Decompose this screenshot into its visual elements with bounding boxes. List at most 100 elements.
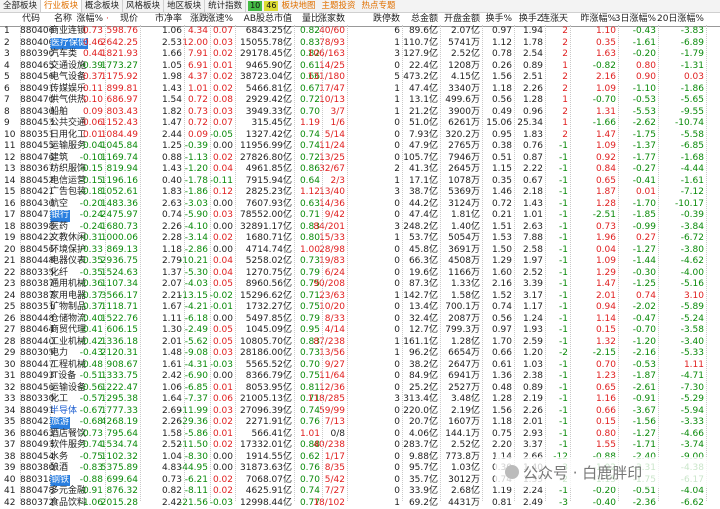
cell-open-amount: 144.1万: [445, 429, 480, 441]
cell-change-20d: -5.89: [681, 302, 704, 314]
cell-price: 1222.47: [101, 383, 138, 395]
cell-adv-dec: 0/8: [331, 429, 345, 441]
extra-tab-0[interactable]: 板块地图: [278, 0, 318, 12]
cell-streak-days: -1: [559, 394, 568, 406]
table-row[interactable]: 25880351矿物制品-0.371118.711.67-4.21-0.0117…: [0, 302, 720, 314]
cell-market-cap: 5497.85亿: [246, 314, 292, 326]
table-row[interactable]: 12880476建筑-0.101169.740.88-1.130.0227826…: [0, 153, 720, 165]
cell-market-cap: 5258.02亿: [246, 256, 292, 268]
header-change-3d[interactable]: 3日涨幅%: [615, 13, 656, 26]
table-row[interactable]: 42880372食品饮料-1.062015.282.42-21.56-0.031…: [0, 498, 720, 509]
cell-row-number: 13: [4, 164, 15, 176]
table-row[interactable]: 17880471银行-0.242475.970.74-5.900.0378552…: [0, 210, 720, 222]
header-change-pct[interactable]: 涨幅%: [76, 13, 103, 26]
table-row[interactable]: 26880448仓储物流-0.401522.761.11-6.180.00549…: [0, 314, 720, 326]
table-row[interactable]: 6880491传媒娱乐0.11899.811.431.010.025466.81…: [0, 84, 720, 96]
cell-change: 6.91: [188, 61, 208, 73]
header-streak-days[interactable]: 连涨天: [541, 13, 568, 26]
cell-price: 686.97: [107, 95, 139, 107]
cell-pb-ratio: 1.06: [162, 26, 182, 38]
table-row[interactable]: 19880422文教休闲-0.311000.062.28-3.140.02168…: [0, 233, 720, 245]
table-row[interactable]: 33880330化工-0.571295.381.64-7.370.0621005…: [0, 394, 720, 406]
header-turnover-rate[interactable]: 换手%: [485, 13, 512, 26]
table-row[interactable]: 28880440工业机械-0.421336.182.01-5.620.05108…: [0, 337, 720, 349]
table-row[interactable]: 18880398医药-0.241680.732.26-4.100.0032891…: [0, 222, 720, 234]
cell-market-cap: 15055.78亿: [240, 38, 292, 50]
table-row[interactable]: 8880430船舶0.09803.431.820.730.033949.33亿0…: [0, 107, 720, 119]
header-price[interactable]: 现价: [120, 13, 138, 26]
header-market-cap[interactable]: AB股总市值: [244, 13, 292, 26]
table-row[interactable]: 10880351日用化工0.011084.492.440.09-0.051327…: [0, 130, 720, 142]
header-turnover-z[interactable]: 换手Z: [519, 13, 543, 26]
tab-5[interactable]: 统计指数: [205, 0, 246, 12]
wechat-icon: [505, 465, 519, 479]
header-code[interactable]: 代码: [22, 13, 40, 26]
cell-price: 1534.74: [101, 440, 138, 452]
tab-3[interactable]: 风格板块: [123, 0, 164, 12]
table-row[interactable]: 14880452电信运营-0.151196.160.40-1.78-0.1179…: [0, 176, 720, 188]
cell-pb-ratio: 2.01: [162, 337, 182, 349]
table-row[interactable]: 16880430航空-0.201483.362.63-3.030.007607.…: [0, 199, 720, 211]
tab-4[interactable]: 地区板块: [164, 0, 205, 12]
table-row[interactable]: 9880453公共交通0.061152.431.470.720.07315.45…: [0, 118, 720, 130]
cell-pb-ratio: 1.11: [162, 314, 182, 326]
table-row[interactable]: 36880463酒店餐饮-0.73795.641.58-5.860.01566.…: [0, 429, 720, 441]
cell-change-20d: -5.65: [681, 95, 704, 107]
table-row[interactable]: 29880305电力-0.432120.311.48-9.080.0328186…: [0, 348, 720, 360]
table-row[interactable]: 31880493IT设备-0.511333.752.42-6.900.00836…: [0, 371, 720, 383]
cell-speed-pct: 0.08: [213, 95, 233, 107]
header-turnover-amount[interactable]: 总金额: [411, 13, 438, 26]
table-row[interactable]: 5880456电气设备0.371175.921.984.370.0238723.…: [0, 72, 720, 84]
table-row[interactable]: 20880456环境保护-0.33869.131.18-2.860.004714…: [0, 245, 720, 257]
table-row[interactable]: 21880448电器仪表-0.352936.752.79-10.210.0452…: [0, 256, 720, 268]
cell-name: 供气供热: [50, 95, 86, 107]
table-row[interactable]: 41880478多元金融-0.91876.320.82-8.110.024625…: [0, 486, 720, 498]
cell-turnover-amount: 47.4亿: [409, 210, 438, 222]
tab-0[interactable]: 全部板块: [0, 0, 41, 12]
table-row[interactable]: 34880491半导体-0.671777.332.69-11.990.03270…: [0, 406, 720, 418]
cell-streak-days: -1: [559, 371, 568, 383]
cell-price: 1169.74: [101, 153, 138, 165]
cell-change-3d: -0.47: [633, 314, 656, 326]
header-pb-ratio[interactable]: 市净率: [155, 13, 182, 26]
table-row[interactable]: 7880470供气供热0.10686.971.540.720.082929.42…: [0, 95, 720, 107]
cell-change-3d: -1.56: [633, 417, 656, 429]
table-row[interactable]: 1880406商业连锁0.73598.761.064.340.076843.25…: [0, 26, 720, 38]
header-adv-dec[interactable]: 涨家数: [318, 13, 345, 26]
header-change[interactable]: 涨跌: [190, 13, 208, 26]
cell-change-3d: -0.99: [633, 222, 656, 234]
header-limit-down[interactable]: 跌停数: [373, 13, 400, 26]
header-speed-pct[interactable]: 涨速%: [206, 13, 233, 26]
table-row[interactable]: 24880387家用电器-0.373566.172.21-13.15-0.021…: [0, 291, 720, 303]
cell-name: 银行: [50, 210, 70, 222]
table-row[interactable]: 4880465交通设施-0.391773.271.056.910.019465.…: [0, 61, 720, 73]
table-row[interactable]: 37880493软件服务-0.741534.742.52-11.500.0217…: [0, 440, 720, 452]
table-row[interactable]: 2880400医疗保健0.462642.252.5312.000.0315055…: [0, 38, 720, 50]
table-row[interactable]: 3880390汽车类0.441821.931.667.910.0229178.4…: [0, 49, 720, 61]
cell-volume-ratio: 0.74: [300, 486, 320, 498]
cell-change: -4.03: [185, 279, 208, 291]
cell-pb-ratio: 0.82: [162, 486, 182, 498]
table-row[interactable]: 13880367纺织服饰-0.15819.941.43-1.200.044961…: [0, 164, 720, 176]
table-row[interactable]: 32880456运输设备-0.561222.471.06-6.850.01805…: [0, 383, 720, 395]
cell-speed-pct: 0.04: [213, 164, 233, 176]
header-open-amount[interactable]: 开盘金额: [444, 13, 480, 26]
table-row[interactable]: 30880447工程机械-0.48908.671.61-4.31-0.03556…: [0, 360, 720, 372]
tab-2[interactable]: 概念板块: [82, 0, 123, 12]
cell-limit-down: 1: [394, 337, 400, 349]
cell-change-pct: -0.37: [80, 302, 103, 314]
header-change-20d[interactable]: 20日涨幅%: [657, 13, 704, 26]
cell-open-amount: 1078万: [448, 176, 480, 188]
header-name[interactable]: 名称: [54, 13, 72, 26]
extra-tab-1[interactable]: 主题投资: [318, 0, 358, 12]
table-row[interactable]: 27880464商贸代理-0.41606.151.30-2.490.051045…: [0, 325, 720, 337]
extra-tab-2[interactable]: 热点专题: [359, 0, 399, 12]
cell-limit-down: 0: [394, 245, 400, 257]
table-row[interactable]: 23880387通用机械-0.361107.342.07-4.030.05896…: [0, 279, 720, 291]
table-row[interactable]: 35880423旅游-0.684268.192.26-29.360.022271…: [0, 417, 720, 429]
tab-1[interactable]: 行业板块: [41, 0, 82, 12]
table-row[interactable]: 11880455运输服务-0.041045.841.25-0.390.00119…: [0, 141, 720, 153]
header-prev-change[interactable]: 昨涨幅%: [580, 13, 616, 26]
table-row[interactable]: 22880335化纤-0.351524.631.37-5.300.041270.…: [0, 268, 720, 280]
table-row[interactable]: 15880421广告包装-0.181052.611.83-1.860.12282…: [0, 187, 720, 199]
